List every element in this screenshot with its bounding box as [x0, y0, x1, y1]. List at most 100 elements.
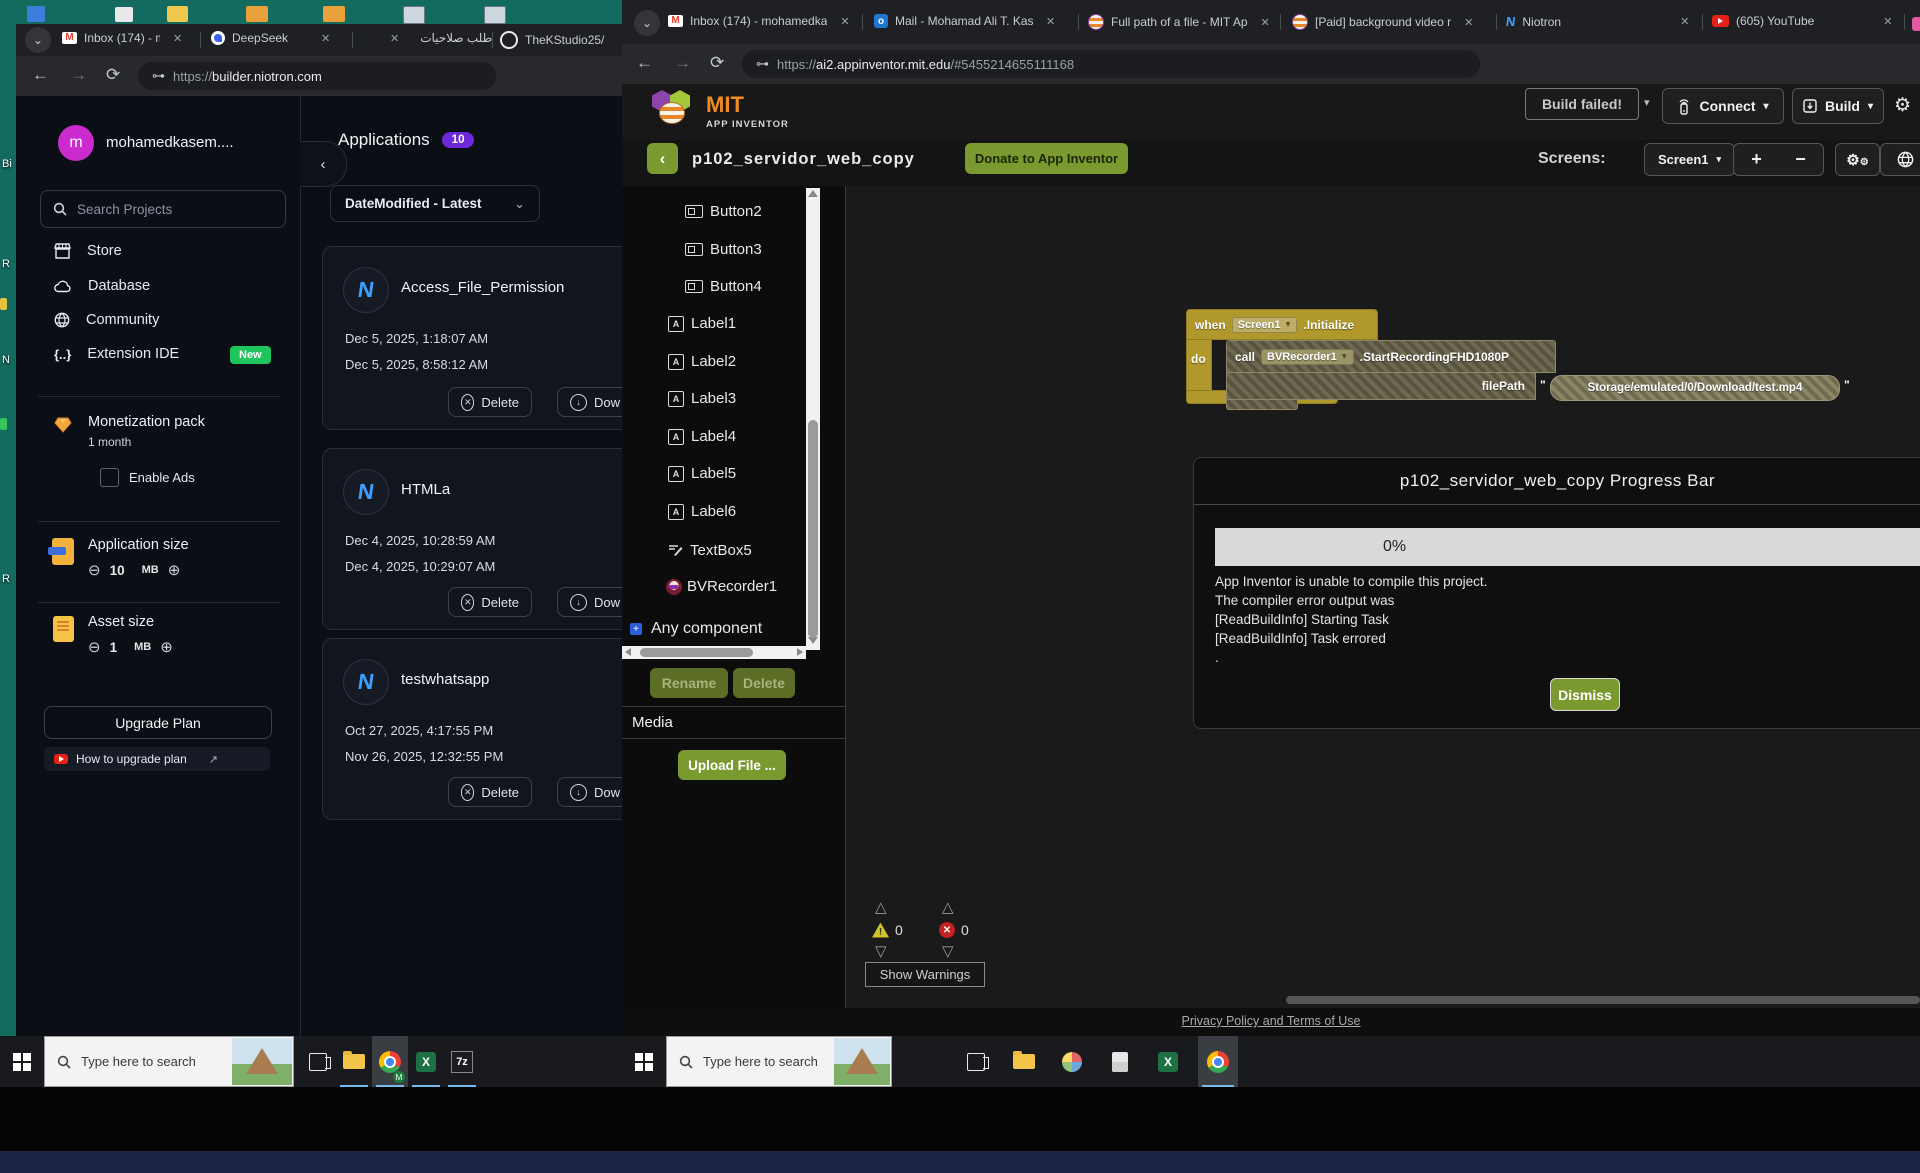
search-highlight-image[interactable] [232, 1038, 292, 1085]
error-down-stepper[interactable] [942, 942, 954, 961]
add-screen-button[interactable]: + [1733, 143, 1780, 176]
address-bar[interactable]: ⊶ https://ai2.appinventor.mit.edu/#54552… [742, 50, 1480, 78]
tree-item-label2[interactable]: A Label2 [668, 353, 736, 370]
screen-selector[interactable]: Screen1 ▾ [1644, 143, 1735, 176]
desktop-icon[interactable] [484, 6, 506, 24]
minus-icon[interactable]: ⊖ [88, 638, 101, 656]
project-card[interactable]: N HTMLa Dec 4, 2025, 10:28:59 AM Dec 4, … [322, 448, 622, 630]
tab-deepseek[interactable]: DeepSeek ✕ [211, 31, 330, 45]
taskbar-search[interactable]: Type here to search [666, 1036, 892, 1087]
tree-item-label3[interactable]: A Label3 [668, 390, 736, 407]
delete-button[interactable]: ✕Delete [448, 777, 532, 807]
tab-close-icon[interactable]: ✕ [390, 32, 399, 45]
tree-vertical-scroll-thumb[interactable] [808, 420, 818, 638]
forward-icon[interactable]: → [70, 66, 87, 83]
back-icon[interactable]: ← [32, 66, 49, 83]
privacy-terms-link[interactable]: Privacy Policy and Terms of Use [622, 1014, 1920, 1028]
tab-full-path[interactable]: Full path of a file - MIT Ap ✕ [1088, 14, 1270, 30]
scroll-right-arrow[interactable] [797, 648, 803, 656]
paint-icon[interactable] [1054, 1036, 1090, 1087]
warning-up-stepper[interactable] [875, 898, 887, 917]
sidebar-item-community[interactable]: Community [54, 312, 159, 328]
project-card[interactable]: N Access_File_Permission Dec 5, 2025, 1:… [322, 246, 622, 430]
language-globe-button[interactable] [1880, 143, 1920, 176]
search-highlight-image[interactable] [834, 1038, 890, 1085]
delete-button[interactable]: ✕Delete [448, 387, 532, 417]
scroll-down-arrow[interactable] [808, 637, 818, 644]
sidebar-item-store[interactable]: Store [54, 243, 122, 259]
download-button[interactable]: ↓Dow [557, 587, 622, 617]
tree-horizontal-scroll-thumb[interactable] [640, 648, 753, 657]
forward-icon[interactable]: → [674, 54, 691, 71]
desktop-icon[interactable] [246, 6, 268, 22]
block-when-screen-initialize[interactable]: when Screen1▼ .Initialize [1186, 309, 1378, 340]
tree-item-label4[interactable]: A Label4 [668, 428, 736, 445]
sevenzip-icon[interactable]: 7z [444, 1036, 480, 1087]
upload-file-button[interactable]: Upload File ... [678, 750, 786, 780]
build-button[interactable]: Build ▾ [1792, 88, 1884, 124]
tab-close-icon[interactable]: ✕ [1464, 16, 1473, 29]
desktop-icon[interactable] [403, 6, 425, 24]
task-view-icon[interactable] [300, 1036, 336, 1087]
tab-close-icon[interactable]: ✕ [1046, 15, 1055, 28]
site-settings-icon[interactable]: ⊶ [152, 68, 163, 84]
chrome-icon[interactable] [1198, 1036, 1238, 1087]
tree-item-textbox5[interactable]: TextBox5 [668, 542, 752, 559]
tree-item-button4[interactable]: Button4 [685, 278, 762, 295]
upgrade-plan-button[interactable]: Upgrade Plan [44, 706, 272, 739]
notepad-icon[interactable] [1102, 1036, 1138, 1087]
tab-search-caret-button[interactable]: ⌄ [25, 27, 51, 53]
plus-icon[interactable]: ⊕ [160, 638, 173, 656]
tab-close-icon[interactable]: ✕ [1883, 15, 1892, 28]
delete-component-button[interactable]: Delete [733, 668, 795, 698]
tree-item-any-component[interactable]: + Any component [630, 620, 762, 638]
warning-down-stepper[interactable] [875, 942, 887, 961]
desktop-icon[interactable] [323, 6, 345, 22]
rename-button[interactable]: Rename [650, 668, 728, 698]
how-to-upgrade-link[interactable]: How to upgrade plan ↗ [44, 747, 270, 771]
collapse-panel-button[interactable]: ‹ [300, 141, 347, 187]
partial-tab-icon[interactable] [1912, 17, 1920, 31]
project-card[interactable]: N testwhatsapp Oct 27, 2025, 4:17:55 PM … [322, 638, 622, 820]
build-failed-caret-icon[interactable]: ▾ [1644, 96, 1650, 109]
desktop-icon[interactable] [0, 418, 7, 430]
tree-item-button3[interactable]: Button3 [685, 241, 762, 258]
site-settings-icon[interactable]: ⊶ [756, 56, 767, 72]
tab-search-caret-button[interactable]: ⌄ [634, 10, 660, 36]
desktop-icon[interactable] [0, 298, 7, 310]
canvas-horizontal-scroll-thumb[interactable] [1286, 996, 1920, 1004]
tab-close-icon[interactable]: ✕ [173, 32, 182, 45]
search-input[interactable]: Search Projects [40, 190, 286, 228]
download-button[interactable]: ↓Dow [557, 387, 622, 417]
avatar[interactable]: m [58, 125, 94, 161]
tab-arabic[interactable]: طلب صلاحيات ✕ [384, 31, 492, 45]
block-component-dropdown[interactable]: BVRecorder1▼ [1261, 349, 1354, 365]
tab-youtube[interactable]: (605) YouTube ✕ [1712, 14, 1893, 28]
block-text-value[interactable]: Storage/emulated/0/Download/test.mp4 [1550, 375, 1840, 401]
sort-dropdown[interactable]: DateModified - Latest ⌄ [330, 185, 540, 222]
reload-icon[interactable]: ⟳ [106, 66, 120, 83]
file-explorer-icon[interactable] [336, 1036, 372, 1087]
tab-thekstudio[interactable]: TheKStudio25/ [500, 31, 604, 49]
desktop-icon[interactable] [115, 7, 133, 22]
excel-icon[interactable]: X [1150, 1036, 1186, 1087]
show-warnings-button[interactable]: Show Warnings [865, 962, 985, 987]
tab-close-icon[interactable]: ✕ [840, 15, 849, 28]
scroll-up-arrow[interactable] [808, 190, 818, 197]
dismiss-button[interactable]: Dismiss [1550, 678, 1620, 711]
donate-button[interactable]: Donate to App Inventor [965, 143, 1128, 174]
minus-icon[interactable]: ⊖ [88, 561, 101, 579]
delete-button[interactable]: ✕Delete [448, 587, 532, 617]
tree-item-label1[interactable]: A Label1 [668, 315, 736, 332]
download-button[interactable]: ↓Dow [557, 777, 622, 807]
tab-niotron[interactable]: N Niotron ✕ [1506, 14, 1689, 29]
enable-ads-checkbox[interactable] [100, 468, 119, 487]
connect-button[interactable]: Connect ▾ [1662, 88, 1784, 124]
tab-outlook-mail[interactable]: o Mail - Mohamad Ali T. Kas ✕ [874, 14, 1055, 28]
block-call-bvrecorder[interactable]: call BVRecorder1▼ .StartRecordingFHD1080… [1226, 340, 1556, 373]
tab-close-icon[interactable]: ✕ [1680, 15, 1689, 28]
tab-inbox[interactable]: M Inbox (174) - mohamedka ✕ [668, 14, 850, 28]
tab-close-icon[interactable]: ✕ [1261, 16, 1270, 29]
sidebar-item-extension-ide[interactable]: {..} Extension IDE [54, 346, 179, 362]
settings-gear-icon[interactable]: ⚙ [1894, 94, 1911, 117]
